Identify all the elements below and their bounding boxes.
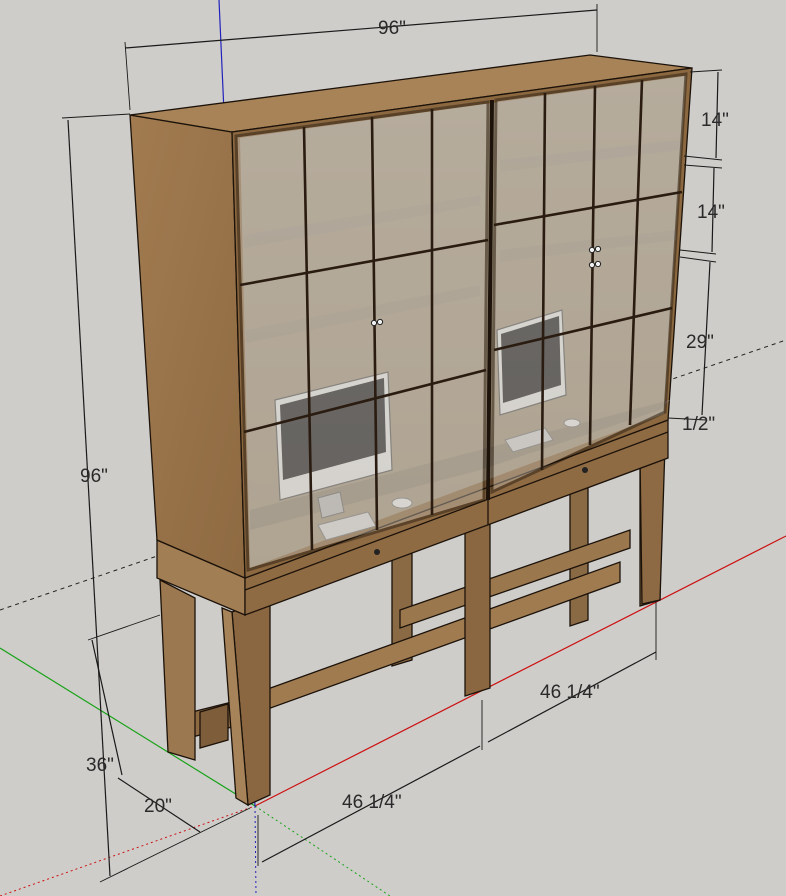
cross-block-left [199, 703, 229, 749]
ext-line [679, 256, 717, 263]
label-upper-pane: 14" [701, 110, 729, 131]
ext-line [61, 113, 131, 119]
ext-line [689, 69, 723, 73]
blue-axis-dotted [254, 805, 257, 896]
red-axis-dotted [0, 805, 256, 896]
ext-line [87, 614, 161, 641]
label-middle-pane: 14" [697, 202, 725, 223]
door-knob [370, 319, 378, 327]
label-gap: 1/2" [682, 414, 715, 435]
label-overall-width: 96" [378, 18, 406, 39]
green-axis-dotted [254, 805, 391, 896]
label-lower-pane: 29" [686, 332, 714, 353]
side-panel [129, 114, 246, 580]
door-knob [588, 261, 596, 269]
ext-line [679, 249, 717, 255]
door-knob [594, 260, 602, 268]
label-left-section: 46 1/4" [342, 792, 402, 813]
front-leg-left-side [159, 578, 196, 761]
label-depth: 20" [144, 796, 172, 817]
dim-width-line [124, 9, 598, 49]
label-overall-height: 96" [80, 466, 108, 487]
front-leg-mid [464, 515, 491, 697]
glass-doors [234, 72, 688, 572]
ext-line [124, 41, 131, 111]
ext-line [99, 807, 251, 883]
ext-line [683, 164, 723, 169]
drawer-knob-left [374, 549, 380, 555]
door-knob [588, 246, 596, 254]
label-base-height: 36" [86, 755, 114, 776]
door-knob [376, 318, 384, 326]
label-right-section: 46 1/4" [540, 682, 600, 703]
drawer-knob-right [582, 467, 588, 473]
cabinet-drawing: 96" 96" 14" 14" 29" 1/2" 36" 20" 46 1/4"… [0, 0, 786, 896]
front-leg-right [639, 445, 666, 605]
door-knob [594, 245, 602, 253]
glass-left-door-pair [234, 100, 490, 572]
